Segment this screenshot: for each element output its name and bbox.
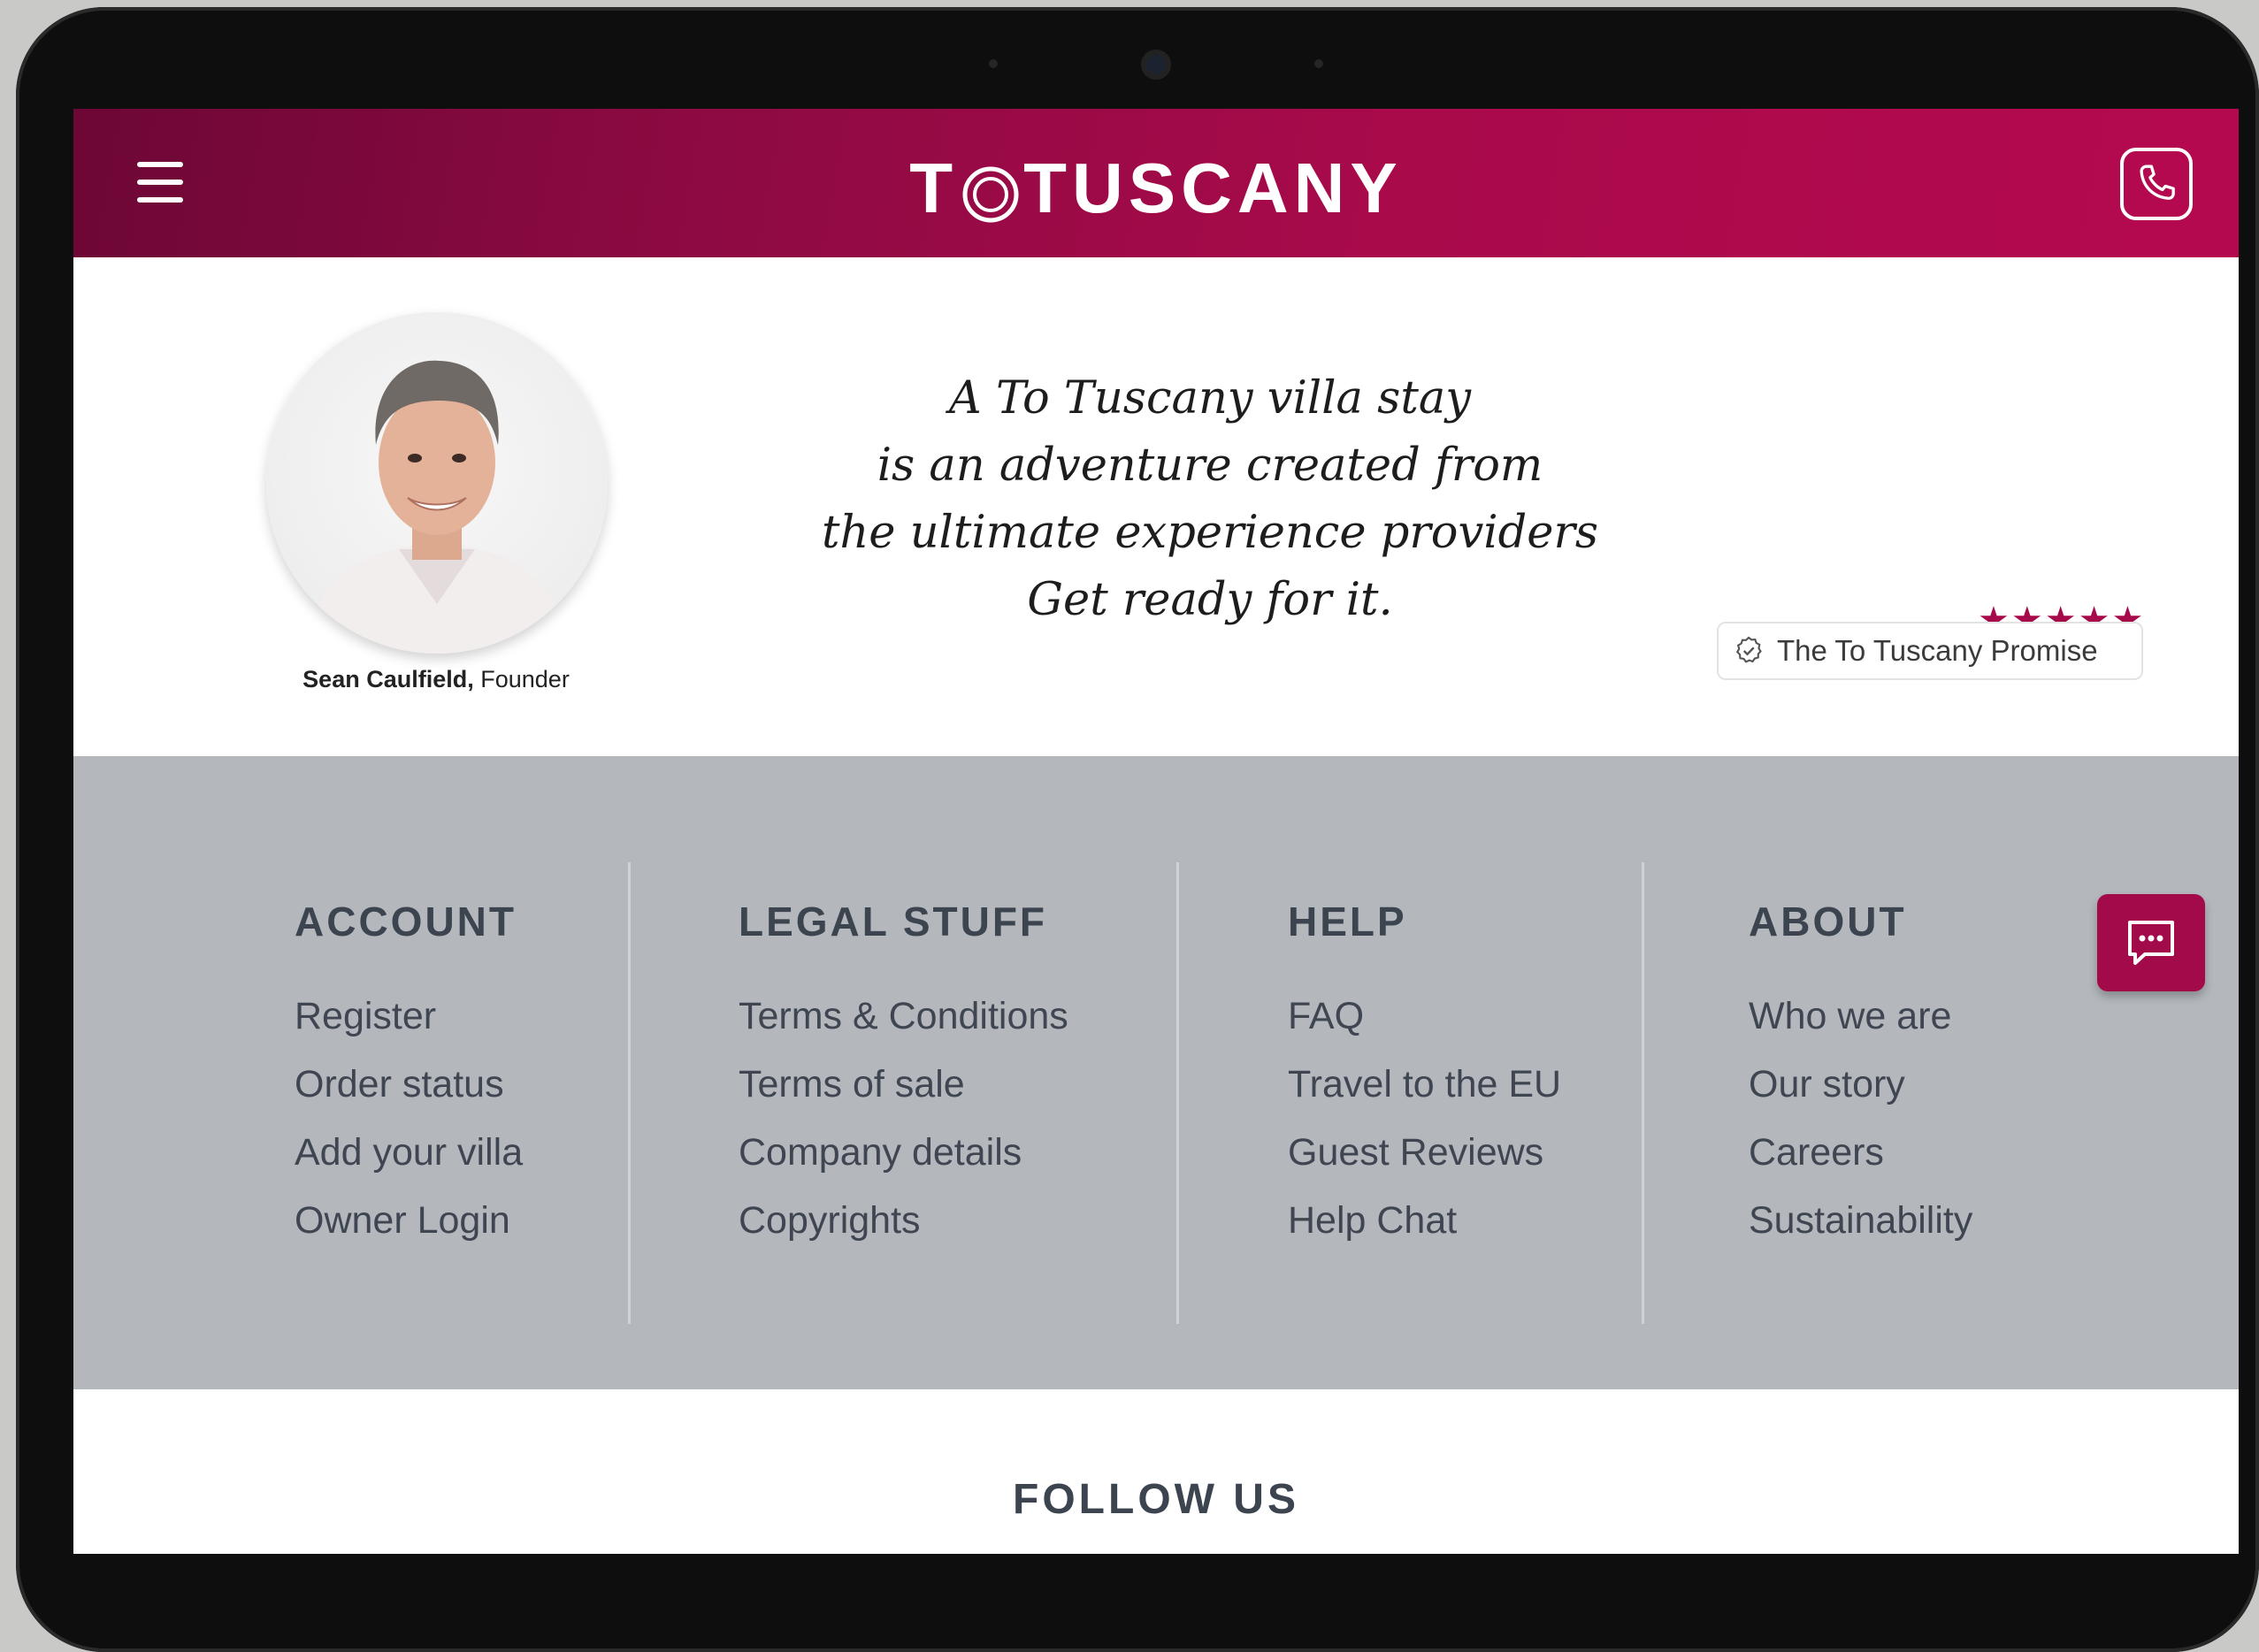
- founder-avatar: [266, 312, 608, 654]
- footer-link-terms[interactable]: Terms & Conditions: [739, 983, 1068, 1051]
- footer-link-terms-of-sale[interactable]: Terms of sale: [739, 1051, 1068, 1119]
- hero-quote: A To Tuscany villa stay is an adventure …: [746, 365, 1674, 634]
- footer-link-add-villa[interactable]: Add your villa: [295, 1119, 523, 1187]
- footer-link-faq[interactable]: FAQ: [1288, 983, 1561, 1051]
- phone-button[interactable]: [2120, 148, 2193, 220]
- column-divider: [1176, 862, 1179, 1324]
- footer-heading: ACCOUNT: [295, 899, 517, 945]
- phone-icon: [2140, 164, 2175, 200]
- footer-link-company-details[interactable]: Company details: [739, 1119, 1068, 1187]
- site-header: T TUSCANY: [73, 109, 2239, 257]
- footer-link-order-status[interactable]: Order status: [295, 1051, 523, 1119]
- browser-screen: T TUSCANY Sean Caulfield, Founder A To T…: [73, 109, 2239, 1554]
- footer-link-who-we-are[interactable]: Who we are: [1749, 983, 1972, 1051]
- promise-label: The To Tuscany Promise: [1777, 634, 2098, 667]
- footer-link-sustainability[interactable]: Sustainability: [1749, 1187, 1972, 1255]
- footer-link-travel-eu[interactable]: Travel to the EU: [1288, 1051, 1561, 1119]
- footer-heading: LEGAL STUFF: [739, 899, 1048, 945]
- quote-line: the ultimate experience providers: [821, 507, 1599, 559]
- column-divider: [628, 862, 631, 1324]
- footer-link-our-story[interactable]: Our story: [1749, 1051, 1972, 1119]
- follow-us-heading: FOLLOW US: [1013, 1476, 1299, 1523]
- footer-heading: HELP: [1288, 899, 1407, 945]
- chat-button[interactable]: [2097, 894, 2205, 991]
- founder-name: Sean Caulfield,: [302, 666, 474, 692]
- footer-link-guest-reviews[interactable]: Guest Reviews: [1288, 1119, 1561, 1187]
- quote-line: Get ready for it.: [1027, 574, 1393, 626]
- sensor-left: [989, 59, 998, 68]
- quote-line: is an adventure created from: [877, 440, 1543, 492]
- footer-link-help-chat[interactable]: Help Chat: [1288, 1187, 1561, 1255]
- footer-heading: ABOUT: [1749, 899, 1907, 945]
- logo-suffix: TUSCANY: [1023, 149, 1403, 227]
- quote-line: A To Tuscany villa stay: [948, 372, 1472, 424]
- tablet-frame: T TUSCANY Sean Caulfield, Founder A To T…: [16, 7, 2259, 1652]
- founder-caption: Sean Caulfield, Founder: [250, 666, 622, 693]
- logo-prefix: T: [909, 149, 959, 227]
- footer-links: ACCOUNT Register Order status Add your v…: [73, 756, 2239, 1389]
- column-divider: [1642, 862, 1644, 1324]
- footer-link-register[interactable]: Register: [295, 983, 523, 1051]
- sensor-right: [1314, 59, 1323, 68]
- founder-role: Founder: [480, 666, 570, 692]
- footer-link-owner-login[interactable]: Owner Login: [295, 1187, 523, 1255]
- front-camera: [1141, 50, 1171, 80]
- logo-target-icon: [961, 159, 1020, 223]
- footer-link-careers[interactable]: Careers: [1749, 1119, 1972, 1187]
- verified-badge-icon: [1735, 636, 1762, 663]
- chat-bubble-icon: [2128, 921, 2174, 965]
- site-logo[interactable]: T TUSCANY: [73, 148, 2239, 229]
- promise-badge[interactable]: The To Tuscany Promise: [1717, 622, 2143, 680]
- footer-link-copyrights[interactable]: Copyrights: [739, 1187, 1068, 1255]
